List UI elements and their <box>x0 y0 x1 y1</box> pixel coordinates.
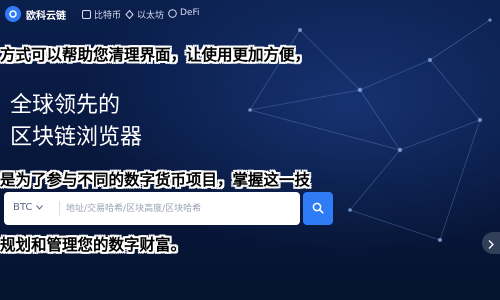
search-bar: BTC <box>4 192 300 225</box>
nav-item-bitcoin[interactable]: 比特币 <box>82 8 121 21</box>
chain-select-value: BTC <box>13 202 33 213</box>
hero-title: 全球领先的 区块链浏览器 <box>10 90 142 154</box>
brand-name: 欧科云链 <box>26 10 66 22</box>
chevron-right-icon <box>488 234 494 253</box>
nav-item-label: 以太坊 <box>137 11 165 21</box>
chain-select[interactable]: BTC <box>13 202 44 213</box>
carousel-next-button[interactable] <box>482 232 500 254</box>
logo-icon <box>5 6 21 22</box>
defi-icon <box>168 8 177 18</box>
chevron-down-icon <box>36 202 44 213</box>
nav-item-ethereum[interactable]: 以太坊 <box>125 8 164 21</box>
hero-title-line-2: 区块链浏览器 <box>10 125 143 150</box>
search-divider <box>59 201 60 216</box>
overlay-text-line-1: 方式可以帮助您清理界面，让使用更加方便， <box>0 45 311 64</box>
search-input[interactable] <box>66 200 256 217</box>
overlay-text-line-2: 是为了参与不同的数字货币项目，掌握这一技 <box>0 170 311 189</box>
search-icon <box>312 199 324 218</box>
nav-item-defi[interactable]: DeFi <box>168 8 200 18</box>
bitcoin-icon <box>82 10 91 19</box>
search-button[interactable] <box>303 192 333 225</box>
overlay-text-line-3: 规划和管理您的数字财富。 <box>0 235 187 254</box>
nav-item-label: 比特币 <box>94 11 122 21</box>
ethereum-icon <box>125 9 134 20</box>
hero-title-line-1: 全球领先的 <box>10 93 121 118</box>
top-nav: 欧科云链 比特币 以太坊 DeFi <box>0 0 500 28</box>
nav-item-label: DeFi <box>180 8 200 18</box>
brand-logo[interactable]: 欧科云链 <box>5 6 66 22</box>
